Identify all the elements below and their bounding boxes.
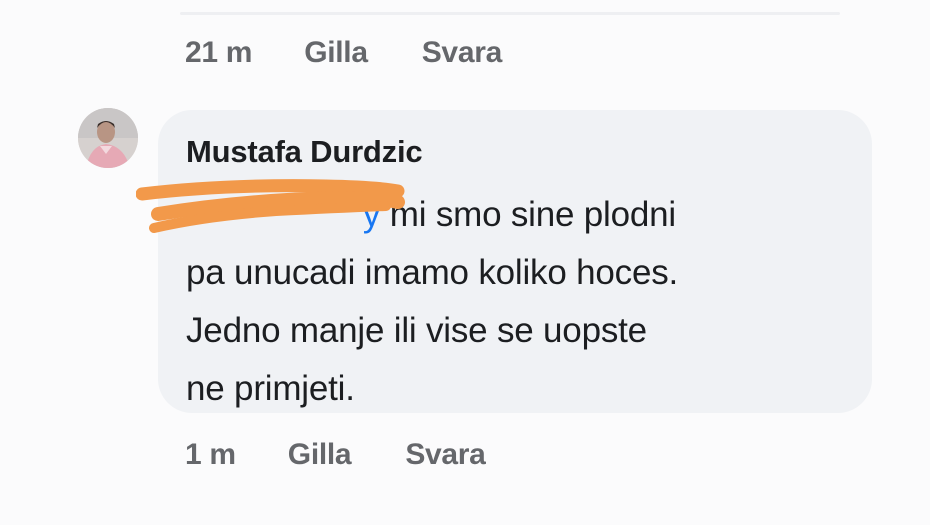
comment-line-1: Xxxxx Xxxxy mi smo sine plodni (186, 186, 846, 244)
comment-line-3: Jedno manje ili vise se uopste (186, 311, 647, 350)
comment-timestamp[interactable]: 1 m (185, 438, 236, 472)
comment-like-button[interactable]: Gilla (288, 438, 352, 472)
avatar-photo-icon (78, 108, 138, 168)
comment-reply-button[interactable]: Svara (405, 438, 486, 472)
comment-actions: 1 m Gilla Svara (185, 438, 486, 472)
previous-comment-reply-button[interactable]: Svara (422, 36, 503, 70)
comment-line-2: pa unucadi imamo koliko hoces. (186, 253, 679, 292)
comment-line-1-text: mi smo sine plodni (380, 195, 677, 234)
comment-author-name[interactable]: Mustafa Durdzic (186, 134, 423, 170)
avatar[interactable] (78, 108, 138, 168)
previous-comment-timestamp[interactable]: 21 m (185, 36, 252, 70)
mention-visible-part[interactable]: y (363, 195, 381, 234)
comment-line-4: ne primjeti. (186, 369, 355, 408)
mention-redacted-part: Xxxxx Xxxx (186, 195, 363, 234)
previous-comment-bubble-edge (180, 12, 840, 15)
previous-comment-like-button[interactable]: Gilla (304, 36, 368, 70)
previous-comment-actions: 21 m Gilla Svara (185, 36, 502, 70)
comment-body: Xxxxx Xxxxy mi smo sine plodni pa unucad… (186, 186, 846, 418)
